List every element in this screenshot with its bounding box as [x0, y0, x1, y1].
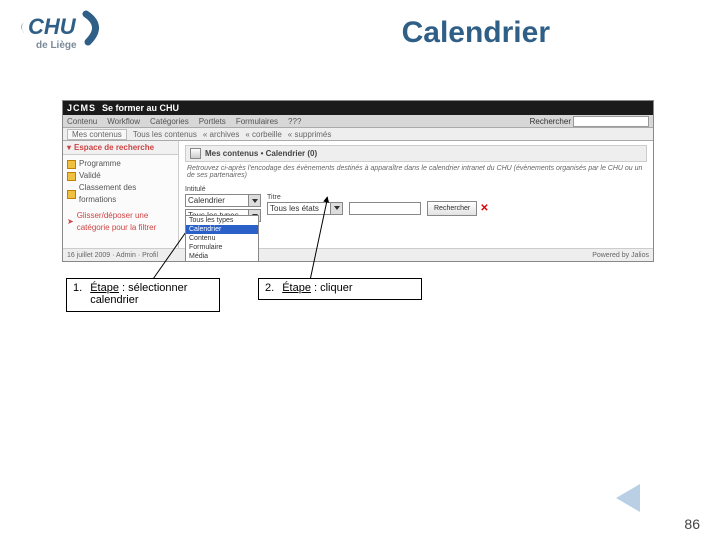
search-button[interactable]: Rechercher	[427, 201, 477, 216]
sidebar-tree: Programme Validé Classement des formatio…	[63, 155, 178, 237]
document-icon	[190, 148, 201, 159]
app-main: Mes contenus • Calendrier (0) Retrouvez …	[179, 141, 653, 262]
callout-number: 2.	[265, 282, 274, 294]
menu-item[interactable]: Formulaires	[236, 117, 278, 126]
status-bar: 16 juillet 2009 · Admin · Profil Powered…	[63, 248, 653, 261]
chu-logo: CHU de Liège	[18, 8, 108, 52]
type-select[interactable]: Calendrier	[185, 194, 261, 207]
status-left: 16 juillet 2009 · Admin · Profil	[67, 252, 158, 259]
tree-item-label: Classement des formations	[79, 182, 174, 206]
dropdown-option[interactable]: Tous les types	[186, 216, 258, 225]
type-dropdown-list: Tous les types Calendrier Contenu Formul…	[185, 215, 259, 262]
logo-main: CHU	[28, 14, 77, 39]
tree-note-label: Glisser/déposer une catégorie pour la fi…	[77, 210, 174, 234]
breadcrumb: Mes contenus • Calendrier (0)	[185, 145, 647, 162]
app-screenshot: JCMS Se former au CHU Rechercher Contenu…	[62, 100, 654, 262]
tree-item[interactable]: Programme	[67, 158, 174, 170]
tree-item-label: Validé	[79, 170, 101, 182]
page-number: 86	[684, 516, 700, 532]
info-icon: ➤	[67, 216, 74, 228]
dropdown-option[interactable]: Formulaire	[186, 243, 258, 252]
app-header: JCMS Se former au CHU	[63, 101, 653, 115]
folder-icon	[67, 160, 76, 169]
title-input[interactable]	[349, 202, 421, 215]
callout-text: Étape : cliquer	[282, 282, 352, 294]
previous-slide-button[interactable]	[616, 484, 640, 512]
state-select[interactable]: Tous les états	[267, 202, 343, 215]
folder-icon	[67, 172, 76, 181]
clear-icon[interactable]: ✕	[480, 203, 488, 214]
top-search-input[interactable]	[573, 116, 649, 127]
callout-2: 2. Étape : cliquer	[258, 278, 422, 300]
top-search: Rechercher	[530, 115, 649, 127]
breadcrumb-label: Mes contenus • Calendrier (0)	[205, 149, 317, 158]
select-value: Tous les états	[270, 204, 319, 213]
filter-label: Intitulé	[185, 186, 261, 193]
filter-label: Titre	[267, 194, 343, 201]
spacer	[427, 193, 489, 200]
chevron-down-icon: ▾	[67, 143, 71, 152]
folder-icon	[67, 190, 76, 199]
callout-1: 1. Étape : sélectionner calendrier	[66, 278, 220, 312]
tree-item-label: Programme	[79, 158, 121, 170]
select-value: Calendrier	[188, 196, 225, 205]
app-tabs: Mes contenus Tous les contenus « archive…	[63, 128, 653, 141]
menu-item[interactable]: Portlets	[199, 117, 226, 126]
sidebar: ▾ Espace de recherche Programme Validé C…	[63, 141, 179, 262]
page-title: Calendrier	[402, 16, 550, 50]
menu-item[interactable]: Contenu	[67, 117, 97, 126]
callout-text: Étape : sélectionner calendrier	[90, 282, 213, 306]
sidebar-header-label: Espace de recherche	[74, 143, 154, 152]
callout-number: 1.	[73, 282, 82, 306]
chevron-down-icon	[248, 195, 260, 206]
main-description: Retrouvez ci-après l'encodage des évènem…	[185, 162, 647, 182]
spacer	[349, 194, 421, 201]
logo-sub: de Liège	[36, 40, 77, 51]
app-header-title: Se former au CHU	[102, 103, 179, 113]
menu-item[interactable]: Catégories	[150, 117, 189, 126]
tab-item[interactable]: « archives	[203, 130, 239, 139]
tab-active[interactable]: Mes contenus	[67, 129, 127, 140]
tab-item[interactable]: « supprimés	[288, 130, 332, 139]
chevron-down-icon	[330, 203, 342, 214]
tree-item-note: ➤Glisser/déposer une catégorie pour la f…	[67, 210, 174, 234]
tree-item[interactable]: Validé	[67, 170, 174, 182]
dropdown-option[interactable]: Média	[186, 252, 258, 261]
status-right: Powered by Jalios	[592, 252, 649, 259]
tab-item[interactable]: « corbeille	[245, 130, 281, 139]
top-search-label: Rechercher	[530, 117, 571, 126]
app-brand: JCMS	[67, 103, 96, 113]
menu-item[interactable]: Workflow	[107, 117, 140, 126]
menu-item[interactable]: ???	[288, 117, 301, 126]
tab-item[interactable]: Tous les contenus	[133, 130, 197, 139]
dropdown-option[interactable]: Calendrier	[186, 225, 258, 234]
tree-item[interactable]: Classement des formations	[67, 182, 174, 206]
dropdown-option[interactable]: Contenu	[186, 234, 258, 243]
sidebar-header: ▾ Espace de recherche	[63, 141, 178, 155]
